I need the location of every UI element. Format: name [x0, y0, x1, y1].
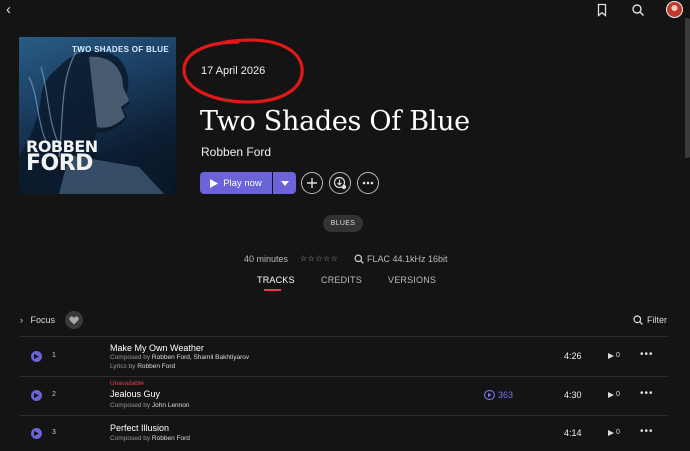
bookmark-icon[interactable]	[595, 3, 609, 17]
more-options-button[interactable]	[357, 172, 379, 194]
track-composer: Composed by Robben Ford, Shamil Bakhtiya…	[110, 354, 250, 361]
play-now-button[interactable]: Play now	[200, 172, 272, 194]
quality-magnifier-icon	[354, 254, 364, 264]
cover-artist-line2: FORD	[26, 151, 93, 177]
download-button[interactable]	[329, 172, 351, 194]
play-track-icon[interactable]	[31, 428, 42, 439]
track-number: 2	[52, 391, 56, 398]
play-now-label: Play now	[223, 177, 262, 189]
track-lyricist: Lyrics by Robben Ford	[110, 363, 176, 370]
genre-tag[interactable]: BLUES	[323, 215, 363, 232]
cover-artist-text: ROBBEN FORD	[26, 138, 98, 177]
track-more-icon[interactable]: •••	[640, 349, 654, 360]
download-icon	[333, 176, 347, 190]
album-duration: 40 minutes	[244, 254, 289, 264]
album-title: Two Shades Of Blue	[200, 106, 470, 137]
search-icon	[633, 315, 643, 325]
track-number: 1	[52, 352, 56, 359]
track-number: 3	[52, 429, 56, 436]
track-duration: 4:30	[564, 390, 582, 400]
favorite-button[interactable]	[65, 311, 83, 329]
track-play-count: 0	[608, 429, 620, 436]
back-chevron-icon[interactable]: ‹	[6, 1, 11, 18]
play-count-icon	[608, 352, 614, 359]
track-duration: 4:14	[564, 428, 582, 438]
plus-icon	[307, 178, 317, 188]
search-icon[interactable]	[631, 3, 645, 17]
tab-versions[interactable]: VERSIONS	[388, 275, 436, 285]
track-more-icon[interactable]: •••	[640, 426, 654, 437]
artist-link[interactable]: Robben Ford	[201, 145, 271, 159]
play-track-icon[interactable]	[31, 351, 42, 362]
track-composer: Composed by John Lennon	[110, 402, 190, 409]
track-title[interactable]: Make My Own Weather	[110, 343, 204, 353]
scrollbar[interactable]	[685, 18, 690, 158]
track-title[interactable]: Jealous Guy	[110, 389, 160, 399]
heart-icon	[69, 316, 79, 324]
top-bar: ‹	[0, 0, 690, 20]
chevron-down-icon	[280, 180, 289, 186]
table-row[interactable]: 2 Unavailable Jealous Guy Composed by Jo…	[20, 377, 667, 415]
quality-text: FLAC 44.1kHz 16bit	[367, 254, 448, 264]
table-row[interactable]: 1 Make My Own Weather Composed by Robben…	[20, 337, 667, 375]
tab-tracks[interactable]: TRACKS	[257, 275, 295, 285]
focus-label: Focus	[30, 315, 56, 325]
avatar[interactable]	[666, 1, 683, 18]
play-count-icon	[608, 429, 614, 436]
listen-icon	[484, 390, 495, 400]
track-more-icon[interactable]: •••	[640, 388, 654, 399]
track-duration: 4:26	[564, 351, 582, 361]
play-options-dropdown[interactable]	[273, 172, 296, 194]
add-to-library-button[interactable]	[301, 172, 323, 194]
filter-label: Filter	[647, 315, 667, 325]
album-cover: TWO SHADES OF BLUE ROBBEN FORD	[19, 37, 176, 194]
rating-stars[interactable]: ☆☆☆☆☆	[300, 254, 338, 263]
track-title[interactable]: Perfect Illusion	[110, 423, 169, 433]
track-play-count: 0	[608, 391, 620, 398]
tab-credits[interactable]: CREDITS	[321, 275, 362, 285]
unavailable-label: Unavailable	[110, 380, 144, 387]
quality-info: FLAC 44.1kHz 16bit	[354, 254, 448, 264]
table-row[interactable]: 3 Perfect Illusion Composed by Robben Fo…	[20, 416, 667, 451]
active-tab-indicator	[264, 289, 281, 291]
cover-title-text: TWO SHADES OF BLUE	[72, 45, 169, 54]
ellipsis-icon	[362, 181, 374, 185]
track-composer: Composed by Robben Ford	[110, 435, 190, 442]
play-icon	[210, 178, 219, 188]
play-count-icon	[608, 391, 614, 398]
track-stat: 363	[484, 390, 513, 400]
filter-button[interactable]: Filter	[633, 315, 667, 325]
play-track-icon[interactable]	[31, 390, 42, 401]
red-circle-annotation	[182, 38, 304, 104]
focus-toggle[interactable]: › Focus	[20, 315, 55, 325]
chevron-right-icon: ›	[20, 315, 23, 325]
track-play-count: 0	[608, 352, 620, 359]
